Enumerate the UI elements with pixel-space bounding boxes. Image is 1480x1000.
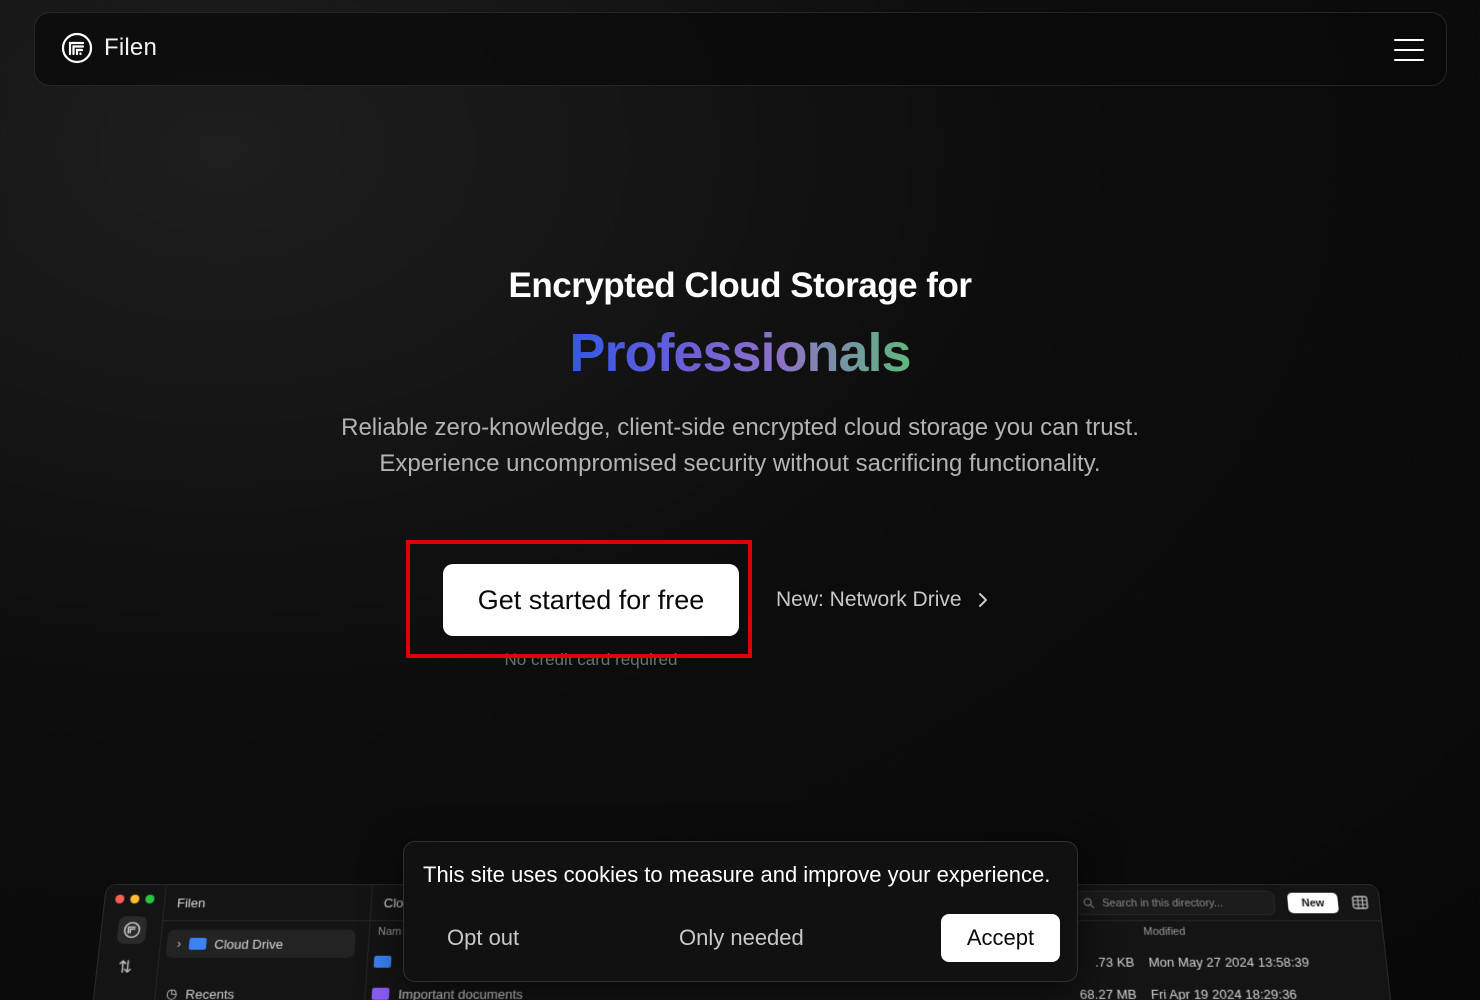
- minimize-dot-icon: [129, 894, 140, 904]
- hero-accent-text: Professionals: [569, 323, 911, 383]
- opt-out-button[interactable]: Opt out: [447, 925, 519, 951]
- search-icon: [1083, 898, 1095, 909]
- sidebar-item-label: Cloud Drive: [213, 936, 284, 952]
- sidebar-item-label: Recents: [184, 986, 235, 1000]
- chevron-right-icon: [978, 593, 987, 607]
- chevron-right-icon: ›: [176, 936, 182, 951]
- only-needed-button[interactable]: Only needed: [679, 925, 804, 951]
- transfers-icon[interactable]: ⇅: [117, 958, 134, 978]
- close-dot-icon: [114, 894, 125, 904]
- breadcrumb[interactable]: Clo: [383, 896, 403, 911]
- top-navbar: Filen: [34, 12, 1447, 86]
- brand-home-link[interactable]: Filen: [61, 32, 157, 64]
- hero-title-accent: Professionals: [0, 322, 1480, 384]
- accept-button[interactable]: Accept: [941, 914, 1060, 962]
- hero-subtitle-line2: Experience uncompromised security withou…: [379, 450, 1101, 477]
- directory-search-input[interactable]: Search in this directory...: [1073, 890, 1276, 916]
- network-drive-label: New: Network Drive: [776, 588, 962, 611]
- sidebar-item-cloud-drive[interactable]: › Cloud Drive: [165, 929, 356, 958]
- hero-title: Encrypted Cloud Storage for: [508, 266, 972, 305]
- clock-icon: ◷: [165, 985, 179, 1000]
- search-placeholder: Search in this directory...: [1101, 897, 1224, 909]
- network-drive-link[interactable]: New: Network Drive: [776, 586, 988, 614]
- hero-subtitle: Reliable zero-knowledge, client-side enc…: [0, 410, 1480, 482]
- sidebar-item-recents[interactable]: ◷ Recents: [165, 986, 235, 1000]
- app-logo-icon: [116, 916, 148, 944]
- file-modified: Fri Apr 19 2024 18:29:36: [1150, 986, 1298, 1000]
- app-icon-rail: ⇅: [91, 884, 167, 1000]
- app-sidebar: Filen › Cloud Drive ◷ Recents: [152, 884, 373, 1000]
- divider: [163, 920, 371, 922]
- cookie-message: This site uses cookies to measure and im…: [423, 862, 1051, 887]
- grid-view-icon[interactable]: [1351, 896, 1369, 910]
- hamburger-menu-icon[interactable]: [1394, 39, 1424, 61]
- new-button[interactable]: New: [1286, 892, 1340, 914]
- file-row[interactable]: Important documents 68.27 MB Fri Apr 19 …: [365, 982, 1393, 1000]
- app-title: Filen: [176, 895, 207, 911]
- folder-icon: [371, 987, 390, 1000]
- cookie-banner: This site uses cookies to measure and im…: [403, 841, 1078, 982]
- folder-icon: [188, 937, 207, 950]
- file-modified: Mon May 27 2024 13:58:39: [1148, 954, 1310, 970]
- folder-icon: [373, 955, 392, 968]
- window-controls: [114, 894, 155, 904]
- filen-logo-icon: [61, 32, 93, 64]
- get-started-button[interactable]: Get started for free: [443, 564, 739, 636]
- column-header-name[interactable]: Nam: [378, 926, 402, 938]
- file-name: Important documents: [397, 986, 524, 1000]
- brand-name: Filen: [104, 34, 158, 61]
- no-credit-card-note: No credit card required: [504, 650, 678, 669]
- maximize-dot-icon: [144, 894, 155, 904]
- column-header-modified[interactable]: Modified: [1143, 926, 1186, 938]
- file-size: 68.27 MB: [1079, 986, 1138, 1000]
- hero-subtitle-line1: Reliable zero-knowledge, client-side enc…: [341, 414, 1139, 441]
